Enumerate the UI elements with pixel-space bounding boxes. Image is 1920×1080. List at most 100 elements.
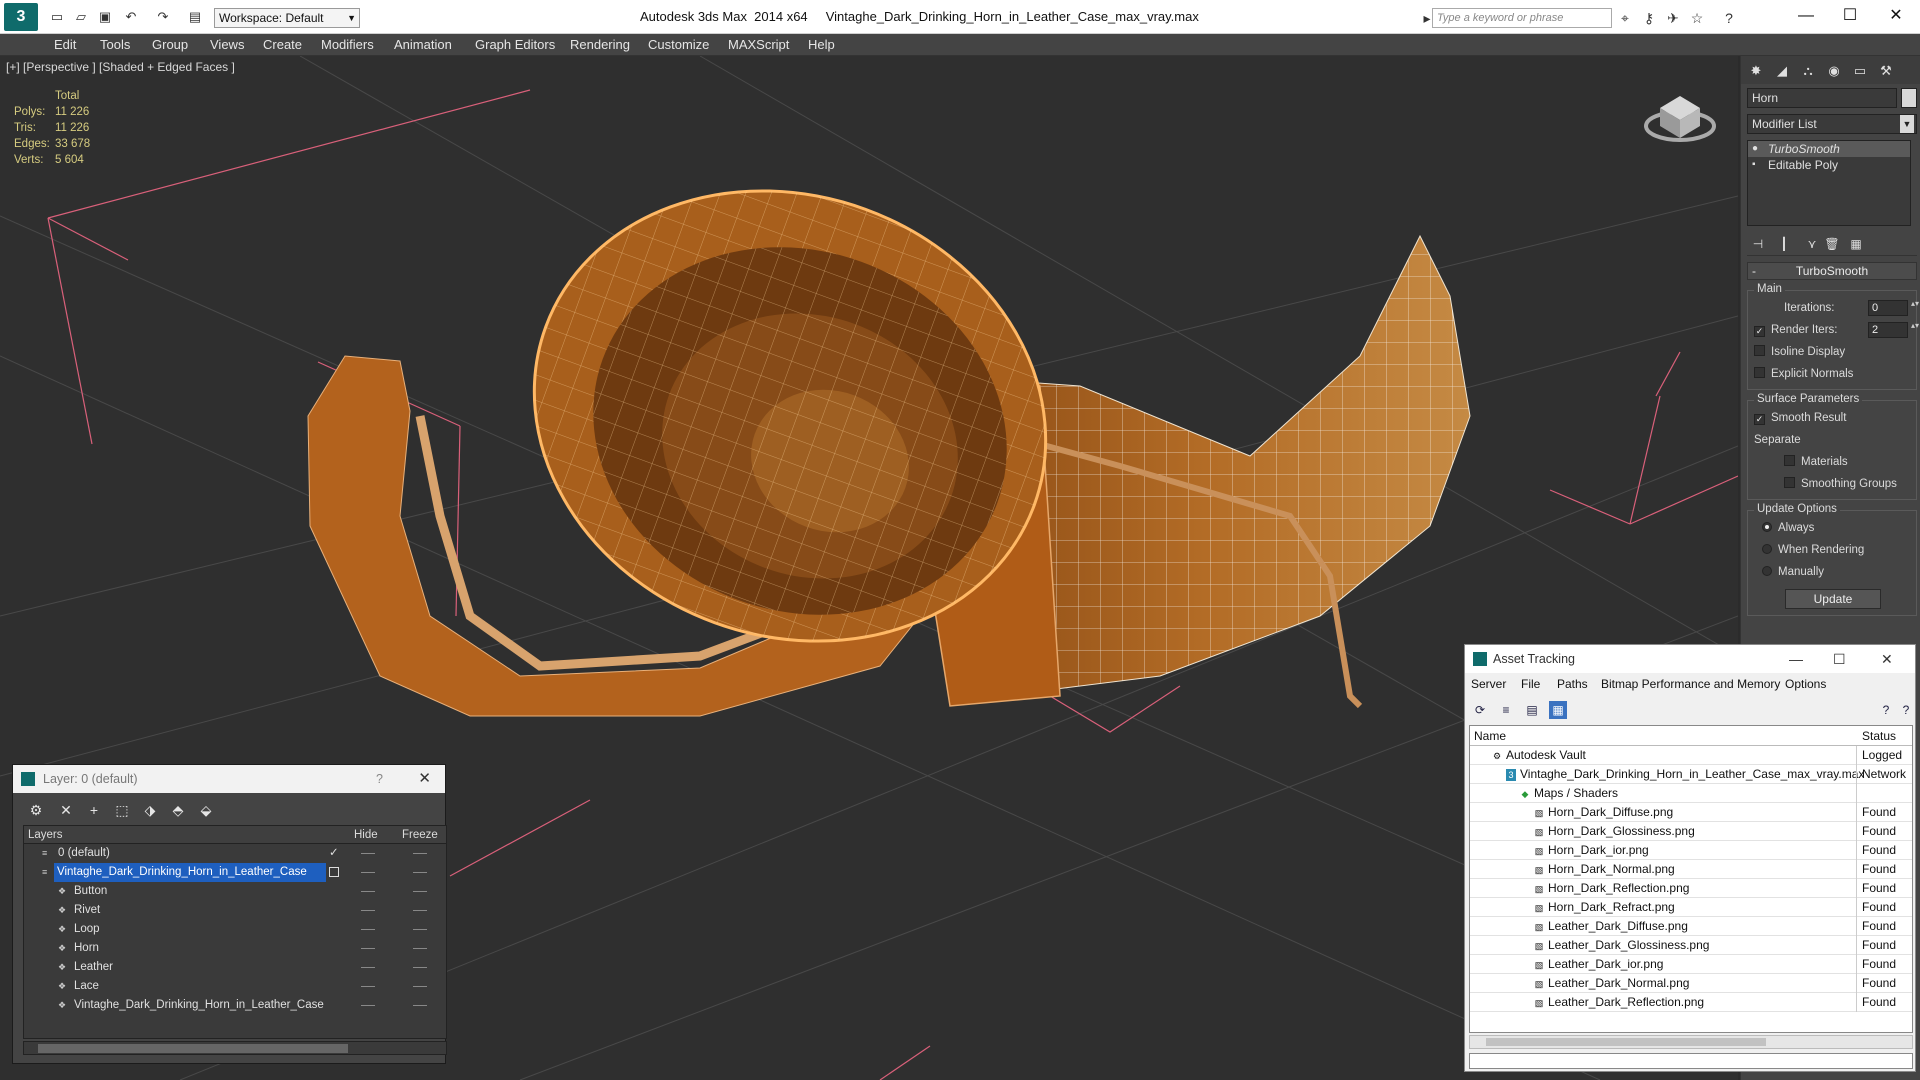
menu-views[interactable]: Views (210, 37, 244, 52)
hide-toggle[interactable] (361, 967, 375, 968)
freeze-toggle[interactable] (413, 853, 427, 854)
smooth-result-checkbox[interactable]: ✓ (1754, 414, 1765, 425)
project-folder-icon[interactable]: ▤ (186, 8, 204, 26)
expand-plus-icon[interactable]: ▪ (1752, 159, 1762, 171)
scrollbar-thumb[interactable] (1486, 1038, 1766, 1046)
minimize-button[interactable]: — (1789, 645, 1803, 673)
scrollbar-thumb[interactable] (38, 1044, 348, 1053)
new-file-icon[interactable]: ▭ (48, 8, 66, 26)
close-button[interactable]: ✕ (1876, 4, 1916, 28)
show-end-result-icon[interactable]: ┃ (1775, 234, 1793, 254)
refresh-icon[interactable]: ⟳ (1471, 701, 1489, 719)
menu-animation[interactable]: Animation (394, 37, 452, 52)
menu-edit[interactable]: Edit (54, 37, 76, 52)
binoculars-icon[interactable]: ⌖ (1616, 9, 1634, 27)
layer-row[interactable]: ❖ Lace (24, 977, 446, 996)
layer-row[interactable]: ❖ Horn (24, 939, 446, 958)
star-icon[interactable]: ☆ (1688, 9, 1706, 27)
asset-menu-server[interactable]: Server (1471, 677, 1506, 691)
object-name-field[interactable]: Horn (1747, 88, 1897, 108)
hide-toggle[interactable] (361, 986, 375, 987)
layer-row[interactable]: ❖ Button (24, 882, 446, 901)
layer-dialog-titlebar[interactable]: Layer: 0 (default) ? ✕ (13, 765, 445, 793)
layer-row[interactable]: ❖ Leather (24, 958, 446, 977)
materials-checkbox[interactable] (1784, 455, 1795, 466)
freeze-toggle[interactable] (413, 1005, 427, 1006)
key-icon[interactable]: ⚷ (1640, 9, 1658, 27)
utilities-tab-icon[interactable]: ⚒ (1875, 60, 1897, 82)
explicit-normals-checkbox[interactable] (1754, 367, 1765, 378)
workspace-dropdown[interactable]: Workspace: Default ▼ (214, 8, 360, 28)
redo-icon[interactable]: ↷ (154, 8, 172, 26)
asset-row[interactable]: ▧ Leather_Dark_Diffuse.png Found (1470, 917, 1912, 936)
freeze-all-icon[interactable]: ⬙ (195, 799, 217, 821)
hide-toggle[interactable] (361, 910, 375, 911)
select-objects-icon[interactable]: ⬚ (111, 799, 133, 821)
iterations-spinner[interactable]: 0 (1868, 300, 1919, 316)
freeze-toggle[interactable] (413, 891, 427, 892)
hide-toggle[interactable] (361, 1005, 375, 1006)
lightbulb-icon[interactable]: ● (1752, 143, 1762, 155)
rollout-header[interactable]: - TurboSmooth (1747, 262, 1917, 280)
asset-row[interactable]: ▧ Horn_Dark_ior.png Found (1470, 841, 1912, 860)
asset-row[interactable]: ◆ Maps / Shaders (1470, 784, 1912, 803)
layer-row[interactable]: ≡ Vintaghe_Dark_Drinking_Horn_in_Leather… (24, 863, 446, 882)
layer-row[interactable]: ❖ Rivet (24, 901, 446, 920)
asset-row[interactable]: ⚙ Autodesk Vault Logged (1470, 746, 1912, 765)
list-view-icon[interactable]: ≡ (1497, 701, 1515, 719)
manually-radio[interactable] (1762, 566, 1772, 576)
display-tab-icon[interactable]: ▭ (1849, 60, 1871, 82)
minimize-button[interactable]: — (1786, 4, 1826, 28)
hide-toggle[interactable] (361, 929, 375, 930)
asset-menu-options[interactable]: Options (1785, 677, 1826, 691)
search-input[interactable]: Type a keyword or phrase (1432, 8, 1612, 28)
asset-row[interactable]: ▧ Horn_Dark_Refract.png Found (1470, 898, 1912, 917)
subscription-icon[interactable]: ✈ (1664, 9, 1682, 27)
hide-toggle[interactable] (361, 872, 375, 873)
undo-icon[interactable]: ↶ (122, 8, 140, 26)
menu-help[interactable]: Help (808, 37, 835, 52)
asset-dialog-titlebar[interactable]: Asset Tracking — ☐ ✕ (1465, 645, 1915, 673)
delete-layer-icon[interactable]: ✕ (55, 799, 77, 821)
layer-row[interactable]: ❖ Vintaghe_Dark_Drinking_Horn_in_Leather… (24, 996, 446, 1015)
viewcube[interactable] (1644, 96, 1716, 142)
make-current-icon[interactable] (329, 867, 339, 877)
make-unique-icon[interactable]: ⋎ (1803, 234, 1821, 254)
stack-item-editable-poly[interactable]: ▪ Editable Poly (1748, 157, 1910, 173)
help-icon[interactable]: ? (1720, 9, 1738, 27)
asset-menu-bitmap-performance[interactable]: Bitmap Performance and Memory (1601, 677, 1780, 691)
maximize-button[interactable]: ☐ (1833, 645, 1846, 673)
modify-tab-icon[interactable]: ◢ (1771, 60, 1793, 82)
menu-create[interactable]: Create (263, 37, 302, 52)
update-button[interactable]: Update (1785, 589, 1881, 609)
asset-row[interactable]: ▧ Leather_Dark_ior.png Found (1470, 955, 1912, 974)
select-layer-icon[interactable]: ⬗ (139, 799, 161, 821)
thumbnail-view-icon[interactable]: ▤ (1523, 701, 1541, 719)
col-name[interactable]: Name (1474, 726, 1506, 746)
add-to-layer-icon[interactable]: + (83, 799, 105, 821)
asset-row[interactable]: ▧ Horn_Dark_Glossiness.png Found (1470, 822, 1912, 841)
create-layer-icon[interactable]: ⚙ (25, 799, 47, 821)
asset-row[interactable]: ▧ Horn_Dark_Diffuse.png Found (1470, 803, 1912, 822)
freeze-toggle[interactable] (413, 986, 427, 987)
remove-modifier-icon[interactable]: 🗑 (1823, 234, 1841, 254)
col-hide[interactable]: Hide (354, 826, 378, 844)
menu-rendering[interactable]: Rendering (570, 37, 630, 52)
freeze-toggle[interactable] (413, 872, 427, 873)
viewport-label[interactable]: [+] [Perspective ] [Shaded + Edged Faces… (6, 60, 235, 74)
hide-toggle[interactable] (361, 853, 375, 854)
menu-group[interactable]: Group (152, 37, 188, 52)
smoothing-groups-checkbox[interactable] (1784, 477, 1795, 488)
freeze-toggle[interactable] (413, 910, 427, 911)
when-rendering-radio[interactable] (1762, 544, 1772, 554)
menu-modifiers[interactable]: Modifiers (321, 37, 374, 52)
render-iters-checkbox[interactable]: ✓ (1754, 326, 1765, 337)
maximize-button[interactable]: ☐ (1830, 4, 1870, 28)
hide-toggle[interactable] (361, 948, 375, 949)
menu-graph-editors[interactable]: Graph Editors (475, 37, 555, 52)
object-color-swatch[interactable] (1901, 88, 1917, 108)
pin-stack-icon[interactable]: ⊣ (1749, 234, 1767, 254)
layer-row[interactable]: ≡ 0 (default) ✓ (24, 844, 446, 863)
asset-menu-file[interactable]: File (1521, 677, 1540, 691)
hierarchy-tab-icon[interactable]: ⛬ (1797, 60, 1819, 82)
